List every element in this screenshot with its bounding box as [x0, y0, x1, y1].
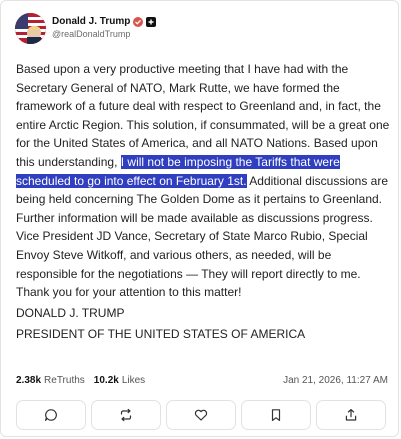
share-icon — [345, 409, 357, 421]
reply-icon — [45, 409, 57, 421]
bookmark-button[interactable] — [241, 400, 311, 430]
reply-button[interactable] — [16, 400, 86, 430]
signature-name: DONALD J. TRUMP — [16, 306, 125, 320]
likes-count[interactable]: 10.2k — [94, 375, 119, 386]
verified-icon — [133, 16, 144, 27]
retruths-label[interactable]: ReTruths — [44, 375, 85, 386]
signature-title: PRESIDENT OF THE UNITED STATES OF AMERIC… — [16, 327, 306, 341]
post-stats: 2.38k ReTruths 10.2k Likes Jan 21, 2026,… — [16, 375, 388, 386]
retruth-icon — [120, 408, 132, 422]
action-bar — [16, 400, 386, 430]
author-handle[interactable]: @realDonaldTrump — [52, 29, 130, 39]
post-text-after: Additional discussions are being held co… — [16, 173, 389, 300]
retruths-count[interactable]: 2.38k — [16, 375, 41, 386]
post-timestamp[interactable]: Jan 21, 2026, 11:27 AM — [283, 375, 388, 386]
retruth-button[interactable] — [91, 400, 161, 430]
likes-label[interactable]: Likes — [122, 375, 145, 386]
post-body: Based upon a very productive meeting tha… — [16, 60, 391, 302]
post-card: Donald J. Trump @realDonaldTrump Based u… — [0, 0, 399, 437]
bookmark-icon — [271, 409, 281, 421]
plus-badge-icon — [146, 16, 157, 27]
like-button[interactable] — [166, 400, 236, 430]
post-header: Donald J. Trump @realDonaldTrump — [15, 13, 385, 45]
author-name-row: Donald J. Trump — [52, 16, 157, 27]
like-icon — [194, 409, 208, 421]
share-button[interactable] — [316, 400, 386, 430]
avatar-image — [15, 13, 46, 44]
author-name[interactable]: Donald J. Trump — [52, 16, 130, 27]
avatar[interactable] — [15, 13, 46, 44]
post-text-before: Based upon a very productive meeting tha… — [16, 62, 390, 169]
